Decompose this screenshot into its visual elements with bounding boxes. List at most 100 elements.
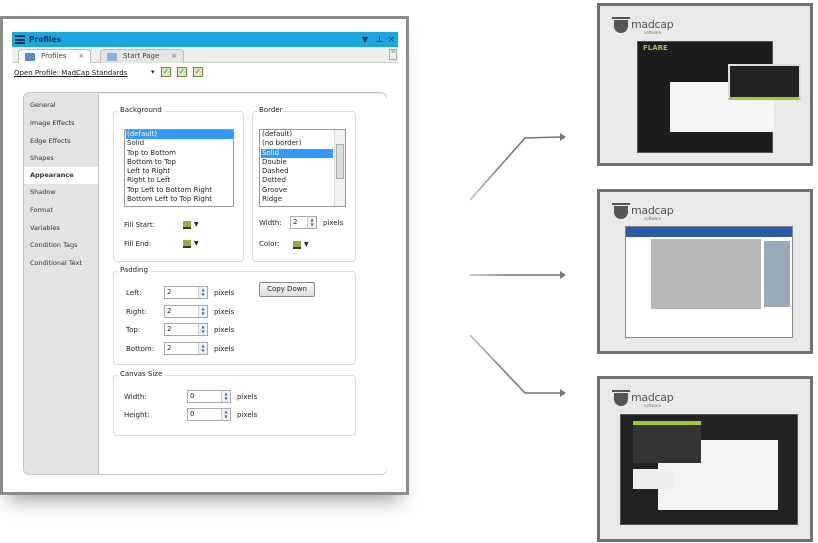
canvas-height-stepper[interactable]: 0 ▲ ▼ [187, 408, 231, 421]
sidebar-item-shapes[interactable]: Shapes [24, 150, 98, 167]
padding-left-stepper[interactable]: 2 ▲ ▼ [164, 286, 208, 299]
sidebar-item-format[interactable]: Format [24, 202, 98, 219]
list-item[interactable]: Bottom to Top [126, 158, 233, 167]
tab-bar: Profiles × Start Page × ≡ [12, 47, 398, 63]
canvas-width-label: Width: [124, 393, 147, 401]
madcap-logo: madcap software [612, 389, 674, 409]
close-icon[interactable]: × [78, 52, 84, 60]
list-item[interactable]: Top Left to Bottom Right [126, 186, 233, 195]
padding-right-label: Right: [126, 308, 147, 316]
canvas-height-label: Height: [124, 411, 150, 419]
tab-profiles[interactable]: Profiles × [18, 49, 92, 63]
sidebar-item-condition-tags[interactable]: Condition Tags [24, 237, 98, 254]
padding-top-label: Top: [126, 326, 141, 334]
welcome-popup [728, 64, 801, 100]
spin-arrows-icon[interactable]: ▲ ▼ [198, 343, 207, 354]
list-item[interactable]: (default) [126, 130, 233, 140]
sidebar-item-variables[interactable]: Variables [24, 220, 98, 237]
thumbnail-flare[interactable]: madcap software FLARE [597, 3, 813, 166]
sidebar-item-general[interactable]: General [24, 97, 98, 114]
list-item[interactable]: Left to Right [126, 167, 233, 176]
border-width-value: 2 [293, 218, 298, 226]
list-item[interactable]: Right to Left [126, 176, 233, 185]
list-item[interactable]: (default) [261, 130, 345, 139]
list-item[interactable]: (no border) [261, 139, 345, 148]
profile-dropdown-icon[interactable]: ▾ [151, 68, 155, 76]
profiles-icon [25, 53, 35, 61]
list-item[interactable]: Groove [261, 186, 345, 195]
value: 2 [167, 288, 172, 296]
settings-panel: General Image Effects Edge Effects Shape… [23, 92, 387, 475]
list-item[interactable]: Double [261, 158, 345, 167]
save-profile-icon[interactable]: ✓ [161, 67, 171, 77]
list-item[interactable]: Dashed [261, 167, 345, 176]
border-listbox[interactable]: (default) (no border) Solid Double Dashe… [259, 129, 346, 207]
fill-end-color-picker[interactable]: ▼ [183, 240, 201, 250]
delete-profile-icon[interactable]: ✓ [193, 67, 203, 77]
capture-screenshot [625, 226, 793, 338]
pixels-unit: pixels [237, 411, 258, 419]
list-item[interactable]: Dotted [261, 176, 345, 185]
border-group: Border (default) (no border) Solid Doubl… [252, 106, 356, 262]
color-swatch-icon [183, 221, 191, 229]
spin-arrows-icon[interactable]: ▲ ▼ [221, 391, 230, 402]
fill-start-color-picker[interactable]: ▼ [183, 221, 201, 231]
spin-arrows-icon[interactable]: ▲ ▼ [221, 409, 230, 420]
tab-start-page[interactable]: Start Page × [100, 49, 185, 63]
chevron-down-icon: ▼ [194, 221, 199, 228]
close-icon[interactable]: × [171, 52, 177, 60]
scrollbar[interactable] [334, 130, 345, 206]
fill-end-label: Fill End: [124, 240, 152, 248]
spin-arrows-icon[interactable]: ▲ ▼ [307, 217, 316, 228]
border-color-picker[interactable]: ▼ [293, 241, 311, 251]
sidebar-item-appearance[interactable]: Appearance [24, 167, 100, 184]
fill-start-label: Fill Start: [124, 221, 156, 229]
thumbnail-mimic[interactable]: madcap software [597, 376, 813, 542]
dropdown-icon[interactable]: ▼ [362, 32, 368, 47]
pixels-unit: pixels [214, 289, 235, 297]
padding-right-stepper[interactable]: 2 ▲ ▼ [164, 305, 208, 318]
list-item[interactable]: Solid [261, 148, 333, 158]
value: 0 [190, 410, 195, 418]
edit-profile-icon[interactable]: ✓ [177, 67, 187, 77]
scrollbar-thumb[interactable] [336, 144, 344, 179]
tab-label: Start Page [123, 52, 160, 60]
padding-bottom-stepper[interactable]: 2 ▲ ▼ [164, 342, 208, 355]
canvas-legend: Canvas Size [118, 370, 165, 378]
border-width-stepper[interactable]: 2 ▲ ▼ [290, 216, 317, 229]
sidebar-item-shadow[interactable]: Shadow [24, 184, 98, 201]
title-bar: Profiles ▼ ⊥ ✕ [12, 32, 398, 47]
sidebar-item-conditional-text[interactable]: Conditional Text [24, 255, 98, 272]
padding-bottom-label: Bottom: [126, 345, 155, 353]
background-listbox[interactable]: (default) Solid Top to Bottom Bottom to … [124, 129, 234, 207]
canvas-size-group: Canvas Size Width: 0 ▲ ▼ pixels Height: 0 ▲… [113, 370, 356, 436]
padding-left-label: Left: [126, 289, 142, 297]
spin-arrows-icon[interactable]: ▲ ▼ [198, 324, 207, 335]
list-item[interactable]: Ridge [261, 195, 345, 204]
thumbnail-capture[interactable]: madcap software [597, 189, 813, 354]
padding-top-stepper[interactable]: 2 ▲ ▼ [164, 323, 208, 336]
spin-arrows-icon[interactable]: ▲ ▼ [198, 306, 207, 317]
sidebar-item-edge-effects[interactable]: Edge Effects [24, 133, 98, 150]
canvas-width-stepper[interactable]: 0 ▲ ▼ [187, 390, 231, 403]
spin-arrows-icon[interactable]: ▲ ▼ [198, 287, 207, 298]
menu-icon[interactable] [15, 35, 25, 44]
chevron-down-icon: ▼ [194, 240, 199, 247]
copy-down-button[interactable]: Copy Down [259, 282, 315, 297]
pixels-unit: pixels [214, 345, 235, 353]
pixels-unit: pixels [214, 326, 235, 334]
flare-logo: FLARE [643, 44, 668, 52]
background-legend: Background [118, 106, 164, 114]
close-icon[interactable]: ✕ [388, 32, 395, 47]
tab-list-icon[interactable]: ≡ [389, 49, 397, 60]
color-swatch-icon [183, 240, 191, 248]
tab-label: Profiles [41, 52, 67, 60]
border-width-label: Width: [259, 219, 282, 227]
open-profile-link[interactable]: Open Profile: MadCap Standards [14, 69, 127, 77]
sidebar-item-image-effects[interactable]: Image Effects [24, 115, 98, 132]
pin-icon[interactable]: ⊥ [376, 32, 383, 47]
list-item[interactable]: Solid [126, 139, 233, 148]
list-item[interactable]: Bottom Left to Top Right [126, 195, 233, 204]
list-item[interactable]: Top to Bottom [126, 149, 233, 158]
border-color-label: Color: [259, 240, 280, 248]
